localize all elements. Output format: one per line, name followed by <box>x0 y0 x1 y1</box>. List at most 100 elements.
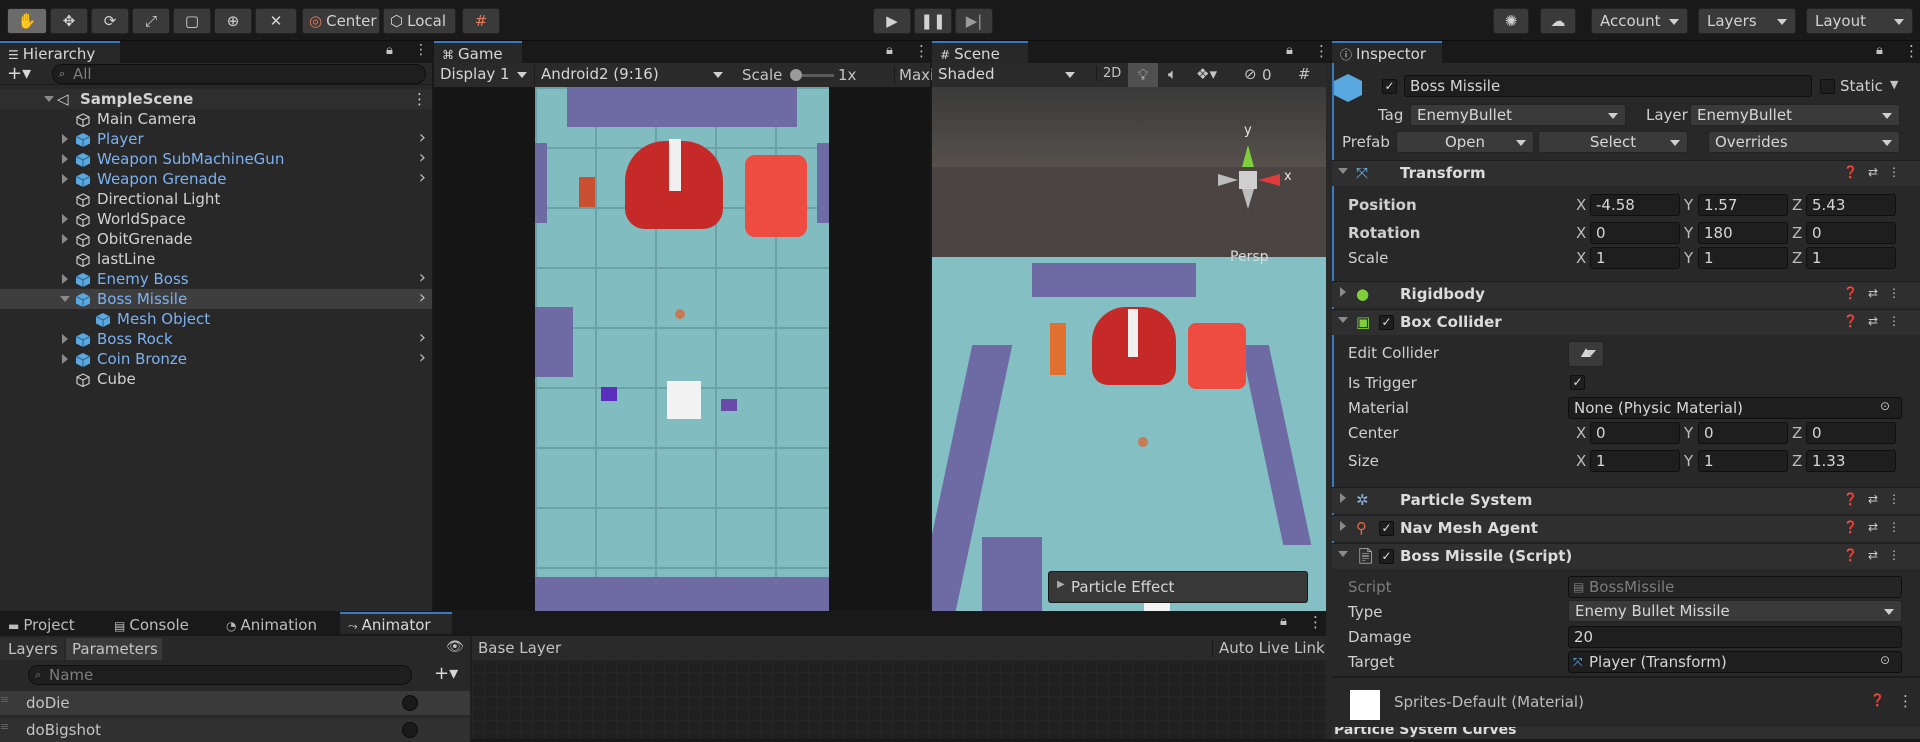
hierarchy-row[interactable]: Player › <box>0 128 432 149</box>
hierarchy-row[interactable]: Directional Light <box>0 189 432 209</box>
pivot-local-button[interactable]: ⬡ Local <box>383 8 456 34</box>
collab-icon[interactable]: ✺ <box>1493 8 1529 34</box>
tab-animator[interactable]: ⤳ Animator <box>340 612 452 634</box>
active-checkbox[interactable]: ✓ <box>1382 79 1397 94</box>
drag-handle-icon[interactable]: ≡ <box>0 720 9 733</box>
center-z-input[interactable]: 0 <box>1806 422 1896 444</box>
expand-arrow-icon[interactable] <box>62 334 68 344</box>
animator-graph[interactable]: Base Layer Auto Live Link <box>472 636 1326 739</box>
tab-hierarchy[interactable]: ☰ Hierarchy <box>0 41 120 63</box>
target-field[interactable]: ⤧ Player (Transform) <box>1568 651 1902 673</box>
target-picker-icon[interactable]: ⊙ <box>1880 653 1890 667</box>
effects-icon[interactable]: ❖▾ <box>1196 65 1217 83</box>
nav-mesh-header-icons[interactable]: ❓⇄⋮ <box>1843 520 1910 534</box>
animator-parameters-tab[interactable]: Parameters <box>66 638 162 660</box>
hierarchy-row[interactable]: Weapon Grenade › <box>0 168 432 189</box>
rotation-x-input[interactable]: 0 <box>1590 222 1680 244</box>
hierarchy-search-input[interactable]: ⌕ All <box>52 64 426 84</box>
transform-tool-icon[interactable]: ⊕ <box>214 8 252 34</box>
center-x-input[interactable]: 0 <box>1590 422 1680 444</box>
auto-live-link-toggle[interactable]: Auto Live Link <box>1212 639 1325 657</box>
hand-tool-icon[interactable]: ✋ <box>7 8 47 34</box>
persp-label[interactable]: Persp <box>1230 249 1269 265</box>
box-collider-header-icons[interactable]: ❓⇄⋮ <box>1843 314 1910 328</box>
hierarchy-row[interactable]: Enemy Boss › <box>0 268 432 289</box>
open-prefab-chevron-icon[interactable]: › <box>419 348 426 368</box>
hierarchy-row[interactable]: Mesh Object <box>0 309 432 329</box>
type-dropdown[interactable]: Enemy Bullet Missile <box>1568 600 1902 622</box>
rect-tool-icon[interactable]: ▢ <box>173 8 211 34</box>
expand-arrow-icon[interactable] <box>62 134 68 144</box>
pause-button[interactable]: ❚❚ <box>914 8 952 34</box>
expand-arrow-icon[interactable] <box>62 214 68 224</box>
step-button[interactable]: ▶| <box>955 8 993 34</box>
object-picker-icon[interactable]: ⊙ <box>1880 399 1890 413</box>
open-prefab-chevron-icon[interactable]: › <box>419 328 426 348</box>
custom-tool-icon[interactable]: ✕ <box>255 8 297 34</box>
hierarchy-row[interactable]: Boss Missile › <box>0 288 432 309</box>
parameter-search-input[interactable]: ⌕ Name <box>28 665 412 685</box>
tag-dropdown[interactable]: EnemyBullet <box>1410 104 1626 126</box>
static-checkbox[interactable] <box>1820 79 1835 94</box>
base-layer-breadcrumb[interactable]: Base Layer <box>478 639 561 657</box>
hierarchy-row[interactable]: Main Camera <box>0 109 432 129</box>
size-x-input[interactable]: 1 <box>1590 450 1680 472</box>
scene-menu-icon[interactable]: ⋮ <box>412 89 427 109</box>
move-tool-icon[interactable]: ✥ <box>50 8 88 34</box>
gizmo-center-icon[interactable] <box>1239 171 1257 189</box>
prefab-open-button[interactable]: Open <box>1396 131 1534 153</box>
expand-arrow-icon[interactable] <box>62 274 68 284</box>
gizmo-neg-x-icon[interactable] <box>1218 174 1238 186</box>
rigidbody-expand-icon[interactable] <box>1340 287 1346 297</box>
script-header[interactable]: 📄︎ ✓ Boss Missile (Script) ❓⇄⋮ <box>1332 543 1920 569</box>
scale-tool-icon[interactable]: ⤢ <box>132 8 170 34</box>
expand-arrow-icon[interactable] <box>62 154 68 164</box>
add-icon[interactable]: +▾ <box>7 63 31 84</box>
transform-collapse-icon[interactable] <box>1338 168 1348 174</box>
hierarchy-row[interactable]: WorldSpace <box>0 209 432 229</box>
lighting-icon[interactable]: 💡︎ <box>1128 63 1158 87</box>
rigidbody-header-icons[interactable]: ❓⇄⋮ <box>1843 286 1910 300</box>
tab-inspector[interactable]: ⓘ Inspector <box>1332 41 1442 63</box>
popup-expand-icon[interactable]: ▶ <box>1057 579 1065 590</box>
rotation-z-input[interactable]: 0 <box>1806 222 1896 244</box>
is-trigger-checkbox[interactable]: ✓ <box>1570 375 1585 390</box>
rotate-tool-icon[interactable]: ⟳ <box>91 8 129 34</box>
shading-dropdown[interactable]: Shaded <box>932 64 1082 86</box>
expand-arrow-icon[interactable] <box>62 234 68 244</box>
material-title[interactable]: Sprites-Default (Material) <box>1394 693 1584 711</box>
position-y-input[interactable]: 1.57 <box>1698 194 1788 216</box>
size-z-input[interactable]: 1.33 <box>1806 450 1896 472</box>
maximize-toggle[interactable]: Maxi <box>894 66 934 84</box>
open-prefab-chevron-icon[interactable]: › <box>419 128 426 148</box>
component-header-icons[interactable]: ❓⇄⋮ <box>1843 165 1910 179</box>
trigger-toggle[interactable] <box>402 695 418 711</box>
static-dropdown-icon[interactable]: ▼ <box>1890 78 1898 91</box>
param-row[interactable]: ≡ doBigshot <box>0 718 470 742</box>
trigger-toggle[interactable] <box>402 722 418 738</box>
particle-effect-popup[interactable]: ▶ Particle Effect <box>1048 571 1308 603</box>
gizmo-x-icon[interactable] <box>1258 174 1280 186</box>
menu-dots-icon[interactable]: ⋮ <box>414 42 428 58</box>
size-y-input[interactable]: 1 <box>1698 450 1788 472</box>
rotation-y-input[interactable]: 180 <box>1698 222 1788 244</box>
open-prefab-chevron-icon[interactable]: › <box>419 268 426 288</box>
prefab-overrides-dropdown[interactable]: Overrides <box>1708 131 1900 153</box>
rigidbody-header[interactable]: ● Rigidbody ❓⇄⋮ <box>1332 281 1920 307</box>
edit-collider-button[interactable]: ⛰ <box>1568 341 1604 367</box>
layers-dropdown[interactable]: Layers <box>1698 8 1796 34</box>
scale-slider-thumb[interactable] <box>790 69 802 81</box>
bottom-menu-icon[interactable]: ⋮ <box>1308 613 1323 631</box>
scene-row[interactable]: ◁ SampleScene ⋮ <box>0 89 432 109</box>
tab-scene[interactable]: # Scene <box>932 41 1028 63</box>
particle-system-header[interactable]: ✲ Particle System ❓⇄⋮ <box>1332 487 1920 513</box>
scene-lock-icon[interactable]: 🔒︎ <box>1286 43 1293 58</box>
hierarchy-row[interactable]: Cube <box>0 369 432 389</box>
scale-z-input[interactable]: 1 <box>1806 247 1896 269</box>
display-dropdown[interactable]: Display 1 <box>434 64 534 86</box>
expand-arrow-icon[interactable] <box>44 96 54 102</box>
expand-arrow-icon[interactable] <box>62 354 68 364</box>
material-field[interactable]: None (Physic Material) <box>1568 397 1902 419</box>
add-parameter-icon[interactable]: +▾ <box>434 663 458 684</box>
nav-mesh-enabled-checkbox[interactable]: ✓ <box>1379 521 1394 536</box>
